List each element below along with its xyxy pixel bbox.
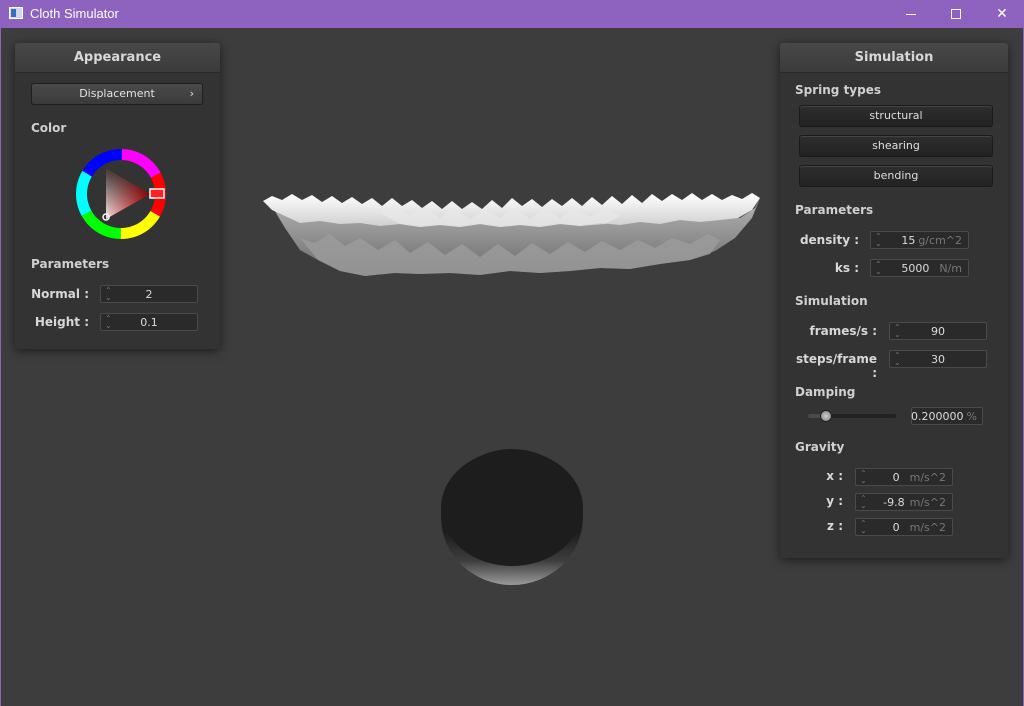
fps-label: frames/s : — [809, 324, 877, 338]
spinner-arrows-icon[interactable]: ⌃ ⌄ — [860, 495, 867, 510]
height-label: Height : — [34, 315, 89, 329]
density-unit: g/cm^2 — [918, 234, 962, 247]
maximize-button[interactable] — [933, 0, 979, 28]
ks-label: ks : — [834, 261, 859, 275]
minimize-icon — [906, 13, 916, 15]
simulation-panel-title: Simulation — [780, 43, 1008, 73]
window-title: Cloth Simulator — [30, 6, 119, 21]
ks-value: 5000 — [901, 262, 930, 275]
gravity-x-label: x : — [826, 469, 843, 483]
damping-slider-knob[interactable] — [819, 410, 832, 422]
spinner-arrows-icon[interactable]: ⌃ ⌄ — [860, 520, 867, 535]
spring-toggle-bending[interactable]: bending — [799, 165, 993, 187]
spring-types-label: Spring types — [795, 83, 882, 97]
appearance-panel: Appearance Displacement › Color Paramete… — [15, 43, 220, 349]
normal-label: Normal : — [31, 287, 89, 301]
ks-input[interactable]: ⌃ ⌄ 5000 N/m — [870, 259, 969, 277]
cloth-mesh — [263, 193, 760, 276]
color-wheel[interactable] — [72, 145, 170, 243]
damping-unit: % — [966, 410, 977, 423]
spring-toggle-structural[interactable]: structural — [799, 105, 993, 127]
simulation-parameters-label: Parameters — [795, 203, 874, 217]
gravity-z-input[interactable]: ⌃ ⌄ 0 m/s^2 — [855, 518, 953, 536]
color-section-label: Color — [31, 121, 67, 135]
maximize-icon — [951, 9, 961, 19]
gravity-label: Gravity — [795, 440, 845, 454]
steps-label: steps/frame : — [795, 352, 877, 380]
gravity-z-value: 0 — [892, 521, 900, 534]
minimize-button[interactable] — [888, 0, 934, 28]
spring-toggle-shearing[interactable]: shearing — [799, 135, 993, 157]
app-icon — [9, 7, 23, 19]
gravity-y-unit: m/s^2 — [909, 496, 946, 509]
fps-value: 90 — [931, 325, 945, 338]
density-label: density : — [799, 233, 859, 247]
chevron-right-icon: › — [189, 87, 194, 100]
simulation-section-label: Simulation — [795, 294, 868, 308]
density-input[interactable]: ⌃ ⌄ 15 g/cm^2 — [870, 231, 969, 249]
damping-label: Damping — [795, 385, 856, 399]
collision-sphere — [441, 449, 583, 585]
normal-input[interactable]: ⌃ ⌄ 2 — [100, 285, 198, 303]
gravity-y-input[interactable]: ⌃ ⌄ -9.8 m/s^2 — [855, 493, 953, 511]
ks-unit: N/m — [939, 262, 962, 275]
shader-popup-button[interactable]: Displacement › — [31, 83, 203, 105]
gravity-x-input[interactable]: ⌃ ⌄ 0 m/s^2 — [855, 468, 953, 486]
fps-input[interactable]: ⌃ ⌄ 90 — [889, 322, 987, 340]
gravity-x-unit: m/s^2 — [909, 471, 946, 484]
close-icon: ✕ — [996, 6, 1008, 22]
normal-value: 2 — [145, 288, 153, 301]
appearance-panel-title: Appearance — [15, 43, 220, 73]
close-button[interactable]: ✕ — [979, 0, 1024, 28]
saturation-triangle[interactable] — [106, 169, 150, 219]
density-value: 15 — [901, 234, 916, 247]
height-input[interactable]: ⌃ ⌄ 0.1 — [100, 313, 198, 331]
appearance-parameters-label: Parameters — [31, 257, 110, 271]
gravity-z-unit: m/s^2 — [909, 521, 946, 534]
spinner-arrows-icon[interactable]: ⌃ ⌄ — [860, 470, 867, 485]
damping-input[interactable]: 0.200000% — [911, 407, 983, 425]
gravity-y-label: y : — [826, 494, 843, 508]
steps-value: 30 — [931, 353, 945, 366]
hue-marker[interactable] — [149, 188, 165, 199]
steps-input[interactable]: ⌃ ⌄ 30 — [889, 350, 987, 368]
gravity-x-value: 0 — [892, 471, 900, 484]
spinner-arrows-icon[interactable]: ⌃ ⌄ — [875, 233, 882, 248]
shader-popup-label: Displacement — [79, 87, 155, 100]
gravity-z-label: z : — [827, 519, 843, 533]
spinner-arrows-icon[interactable]: ⌃ ⌄ — [875, 261, 882, 276]
damping-value: 0.200000 — [911, 410, 964, 423]
simulation-panel: Simulation Spring types structural shear… — [780, 43, 1008, 558]
title-bar: Cloth Simulator ✕ — [0, 0, 1024, 28]
gravity-y-value: -9.8 — [883, 496, 905, 509]
height-value: 0.1 — [140, 316, 158, 329]
